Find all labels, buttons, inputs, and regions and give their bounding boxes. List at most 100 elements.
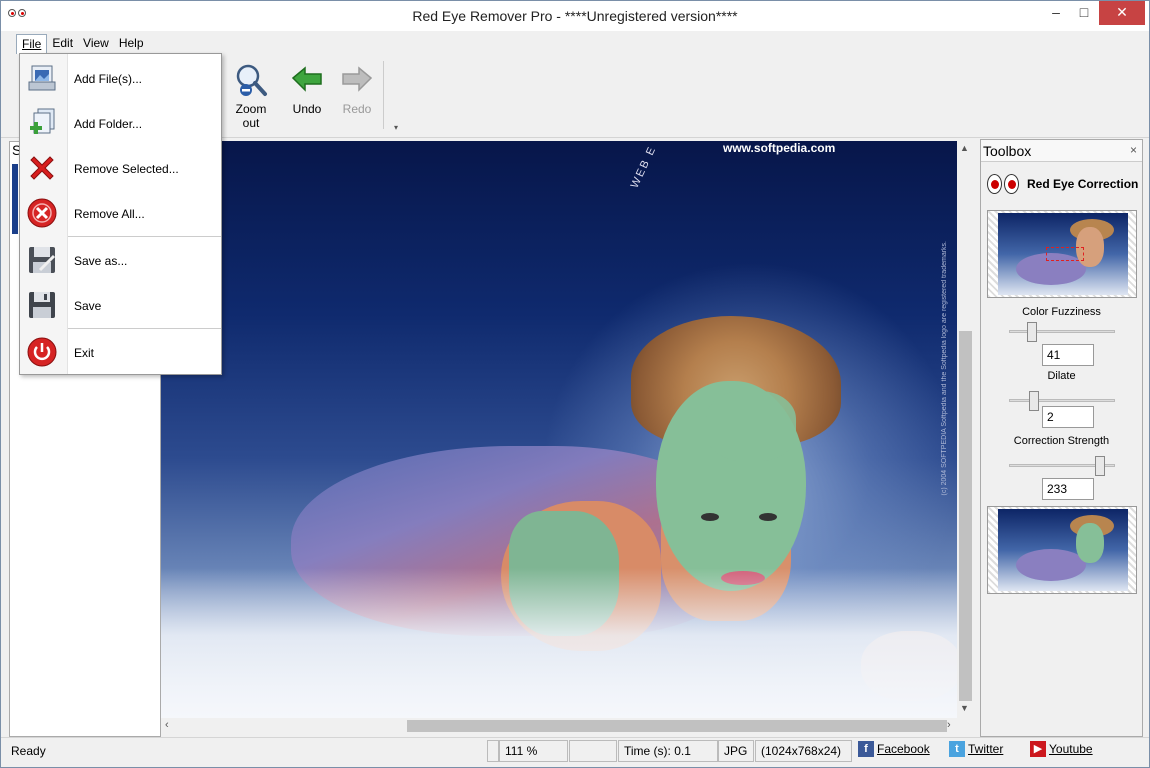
undo-arrow-icon [291,66,322,92]
menu-file[interactable]: File [16,34,48,54]
close-button[interactable]: ✕ [1099,1,1145,25]
save-as-icon [29,247,56,273]
menu-item-remove-selected-label: Remove Selected... [74,162,179,176]
image-copyright-note: (c) 2004 SOFTPEDIA Softpedia and the Sof… [941,241,948,496]
twitter-link[interactable]: t Twitter [949,741,1003,757]
vertical-scroll-thumb[interactable] [959,331,972,701]
scroll-down-icon[interactable]: ▼ [960,703,969,713]
file-list-thumbnail[interactable] [12,164,18,234]
color-fuzziness-label: Color Fuzziness [1022,306,1101,318]
menu-file-label: File [22,37,42,51]
menu-item-exit[interactable]: Exit [20,332,221,372]
menu-view[interactable]: View [78,34,114,54]
zoom-out-icon [236,64,267,96]
horizontal-scroll-thumb[interactable] [407,720,947,732]
menu-item-add-files[interactable]: Add File(s)... [20,58,221,98]
status-bar: Ready 111 % Time (s): 0.1 JPG (1024x768x… [1,737,1149,767]
tool-name: Red Eye Correction [1027,177,1139,191]
menu-item-remove-selected[interactable]: Remove Selected... [20,148,221,188]
redo-arrow-icon [342,66,373,92]
menu-help[interactable]: Help [114,34,149,54]
menu-item-add-files-label: Add File(s)... [74,72,143,86]
menu-edit[interactable]: Edit [47,34,78,54]
status-ready-text: Ready [11,744,46,758]
menu-item-save-as-label: Save as... [74,254,128,268]
menu-bar: File Edit View Help [16,34,149,54]
undo-label: Undo [292,102,322,116]
title-bar: Red Eye Remover Pro - ****Unregistered v… [1,1,1149,31]
correction-strength-label: Correction Strength [1013,435,1110,447]
file-menu-dropdown: Add File(s)... Add Folder... Remove Sele… [19,53,222,375]
dilate-knob[interactable] [1029,391,1039,411]
redo-button[interactable]: Redo [335,62,379,116]
add-folder-icon [30,108,55,134]
menu-item-remove-all[interactable]: Remove All... [20,193,221,233]
scroll-left-icon[interactable]: ‹ [165,719,169,731]
scroll-right-icon[interactable]: › [947,719,951,731]
toolbox-close-icon[interactable]: × [1130,143,1137,157]
status-format: JPG [718,740,754,762]
menu-edit-label: Edit [52,36,74,50]
red-eyes-icon [987,173,1021,195]
facebook-icon: f [858,741,874,757]
redo-label: Redo [342,102,372,116]
after-preview-image [998,509,1128,591]
image-watermark: www.softpedia.com [723,141,836,155]
facebook-link[interactable]: f Facebook [858,741,930,757]
menu-item-add-folder-label: Add Folder... [74,117,143,131]
toolbox-title: Toolbox [983,143,1032,159]
menu-item-add-folder[interactable]: Add Folder... [20,103,221,143]
status-time: Time (s): 0.1 [618,740,718,762]
toolbar: Zoom out Undo Redo ▾ [221,56,401,136]
file-menu-separator-1 [68,236,221,237]
zoom-out-label-2: out [242,116,260,130]
window-title: Red Eye Remover Pro - ****Unregistered v… [412,8,738,24]
remove-all-icon [27,198,57,228]
image-canvas[interactable]: www.softpedia.com WEB E (c) 2004 SOFTPED… [161,141,957,718]
red-eye-correction-tool[interactable]: Red Eye Correction [987,172,1138,196]
exit-power-icon [27,337,57,367]
zoom-out-button[interactable]: Zoom out [229,62,273,130]
color-fuzziness-knob[interactable] [1027,322,1037,342]
correction-strength-input[interactable]: 233 [1042,478,1094,500]
color-fuzziness-input[interactable]: 41 [1042,344,1094,366]
menu-help-label: Help [118,36,144,50]
menu-item-exit-label: Exit [74,346,95,360]
menu-item-save[interactable]: Save [20,285,221,325]
photo-right-eye [759,513,777,521]
add-files-icon [28,65,56,91]
maximize-button[interactable]: □ [1069,1,1099,25]
before-preview [987,210,1137,298]
youtube-icon: ▶ [1030,741,1046,757]
twitter-label: Twitter [968,742,1004,756]
status-zoom: 111 % [499,740,568,762]
scroll-up-icon[interactable]: ▲ [960,143,969,153]
photo-hair-correction-area [706,391,796,461]
file-menu-separator-2 [68,328,221,329]
color-fuzziness-slider[interactable] [1009,322,1115,342]
horizontal-scrollbar[interactable]: ‹ › [161,718,957,734]
remove-selected-icon [30,156,54,180]
before-preview-image [998,213,1128,295]
toolbox-title-bar: Toolbox × [981,140,1142,162]
youtube-link[interactable]: ▶ Youtube [1030,741,1093,757]
zoom-out-label-1: Zoom [235,102,267,116]
toolbar-separator [383,61,384,129]
vertical-scrollbar[interactable]: ▲ ▼ [957,141,974,718]
dilate-input[interactable]: 2 [1042,406,1094,428]
menu-item-save-label: Save [74,299,102,313]
photo-left-eye [701,513,719,521]
save-icon [29,292,55,318]
toolbox-panel: Toolbox × Red Eye Correction Color Fuzzi… [980,139,1143,737]
selection-marquee [1046,247,1084,261]
toolbar-overflow-icon[interactable]: ▾ [394,123,398,132]
twitter-icon: t [949,741,965,757]
after-preview [987,506,1137,594]
minimize-button[interactable]: – [1041,1,1071,25]
correction-strength-slider[interactable] [1009,456,1115,476]
undo-button[interactable]: Undo [285,62,329,116]
status-cell-empty-1 [487,740,499,762]
correction-strength-knob[interactable] [1095,456,1105,476]
menu-item-save-as[interactable]: Save as... [20,240,221,280]
status-cell-empty-2 [569,740,617,762]
